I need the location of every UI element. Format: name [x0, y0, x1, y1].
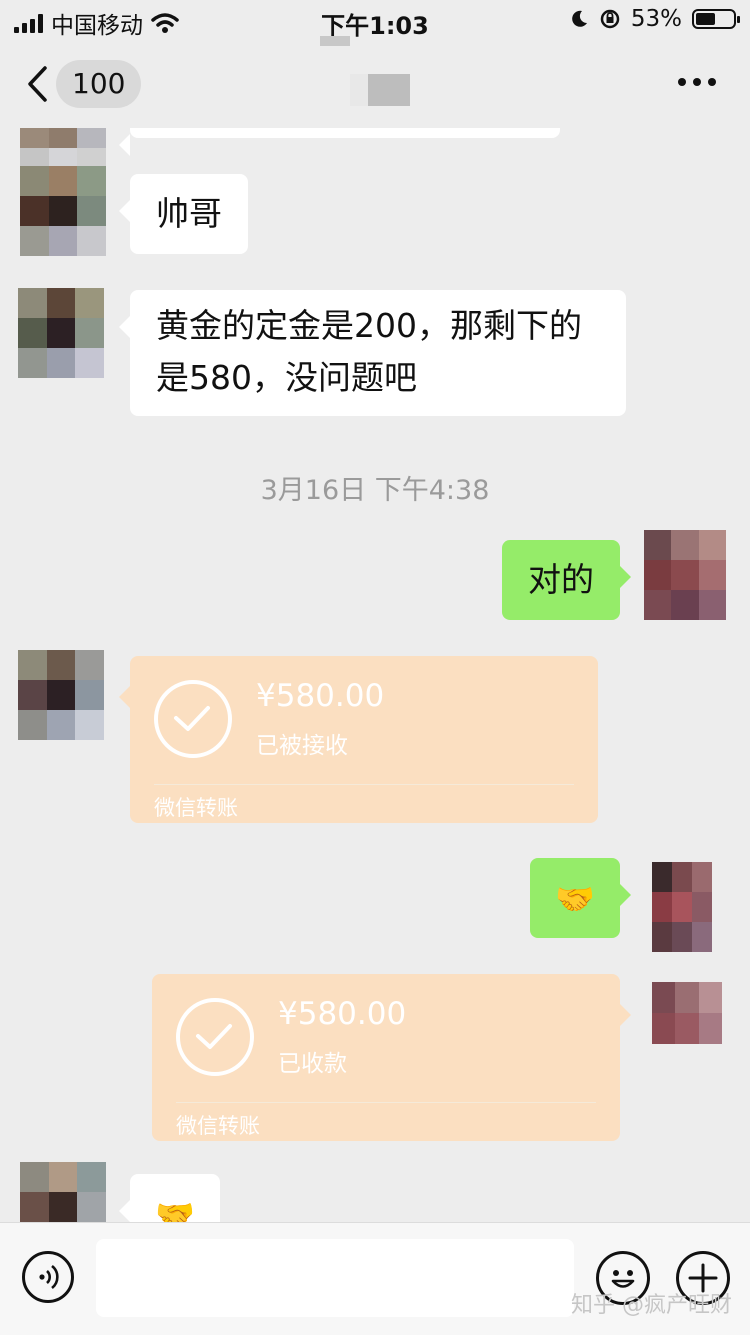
- avatar[interactable]: [18, 650, 104, 740]
- transfer-label: 微信转账: [154, 796, 238, 820]
- divider: [176, 1102, 596, 1103]
- avatar-self[interactable]: [644, 530, 726, 620]
- transfer-status: 已收款: [278, 1051, 347, 1077]
- transfer-card[interactable]: ¥580.00 已被接收 微信转账: [119, 656, 598, 823]
- dot-icon: [678, 78, 686, 86]
- more-options-button[interactable]: [678, 78, 716, 86]
- handshake-icon: 🤝: [155, 1196, 195, 1222]
- message-bubble[interactable]: 帅哥: [119, 174, 248, 254]
- voice-icon: [39, 1264, 59, 1290]
- transfer-amount: ¥580.00: [256, 678, 385, 714]
- avatar-self[interactable]: [652, 862, 712, 952]
- back-button[interactable]: 100: [26, 60, 142, 108]
- check-circle-icon: [176, 998, 254, 1076]
- emoji-bubble[interactable]: 🤝: [119, 1174, 220, 1222]
- watermark: 知乎 @疯产旺财: [571, 1293, 732, 1318]
- dot-icon: [708, 78, 716, 86]
- chat-messages[interactable]: 帅哥 黄金的定金是200，那剩下的是580，没问题吧 3月16日 下午4:38 …: [0, 128, 750, 1222]
- avatar-self[interactable]: [652, 982, 722, 1044]
- dot-icon: [693, 78, 701, 86]
- orientation-lock-icon: [600, 9, 620, 29]
- message-bubble-sent[interactable]: 对的: [502, 540, 631, 620]
- transfer-amount: ¥580.00: [278, 996, 407, 1032]
- emoji-bubble-sent[interactable]: 🤝: [530, 858, 631, 938]
- input-bar: 知乎 @疯产旺财: [0, 1222, 750, 1335]
- transfer-label: 微信转账: [176, 1114, 260, 1138]
- message-text: 对的: [528, 560, 594, 599]
- voice-button[interactable]: [22, 1251, 74, 1303]
- chat-title-pixelated: [350, 74, 410, 106]
- message-text: 黄金的定金是200，那剩下的是580，没问题吧: [156, 306, 582, 397]
- moon-icon: [572, 10, 587, 27]
- message-input[interactable]: [96, 1239, 574, 1317]
- divider: [154, 784, 574, 785]
- nav-bar: 100: [0, 36, 750, 128]
- battery-percent: 53%: [630, 6, 682, 32]
- handshake-icon: 🤝: [555, 880, 595, 918]
- check-circle-icon: [154, 680, 232, 758]
- message-text: 帅哥: [156, 194, 222, 233]
- message-bubble-partial[interactable]: [119, 128, 560, 156]
- avatar[interactable]: [20, 1162, 106, 1222]
- battery-icon: [692, 9, 740, 29]
- status-right: 53%: [569, 6, 740, 32]
- avatar[interactable]: [18, 288, 104, 378]
- status-bar: 中国移动 下午1:03 53%: [0, 0, 750, 44]
- transfer-status: 已被接收: [256, 733, 348, 759]
- pixelated-marker: [320, 36, 350, 46]
- transfer-card-sent[interactable]: ¥580.00 已收款 微信转账: [152, 974, 631, 1141]
- message-timestamp: 3月16日 下午4:38: [260, 475, 490, 506]
- message-bubble[interactable]: 黄金的定金是200，那剩下的是580，没问题吧: [119, 290, 626, 416]
- chevron-left-icon: [28, 66, 47, 102]
- avatar[interactable]: [20, 166, 106, 256]
- unread-count-badge: 100: [56, 60, 142, 108]
